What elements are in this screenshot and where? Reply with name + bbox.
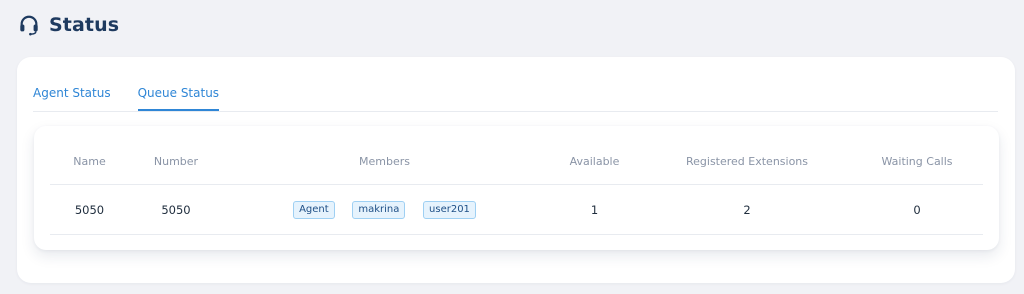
column-header-number: Number — [129, 138, 223, 185]
member-tag: Agent — [293, 200, 335, 219]
column-header-name: Name — [50, 138, 129, 185]
tab-agent-status[interactable]: Agent Status — [33, 85, 111, 111]
queue-name-cell: 5050 — [50, 184, 129, 235]
page-title: Status — [49, 14, 120, 36]
queue-table: Name Number Members Available Registered… — [50, 138, 983, 235]
status-tabs: Agent Status Queue Status — [33, 57, 998, 112]
available-cell: 1 — [546, 184, 643, 235]
member-tag: user201 — [423, 200, 476, 219]
column-header-members: Members — [223, 138, 546, 185]
column-header-available: Available — [546, 138, 643, 185]
member-tag: makrina — [352, 200, 406, 219]
registered-extensions-cell: 2 — [643, 184, 851, 235]
status-card: Agent Status Queue Status Name Number Me… — [17, 57, 1015, 283]
table-row: 5050 5050 Agent makrina user201 1 2 0 — [50, 184, 983, 235]
queue-status-panel: Name Number Members Available Registered… — [34, 126, 999, 250]
table-header-row: Name Number Members Available Registered… — [50, 138, 983, 185]
headset-icon — [18, 14, 40, 36]
members-cell: Agent makrina user201 — [223, 184, 546, 235]
waiting-calls-cell: 0 — [851, 184, 983, 235]
queue-number-cell: 5050 — [129, 184, 223, 235]
tab-queue-status[interactable]: Queue Status — [137, 85, 220, 111]
page-header: Status — [18, 12, 119, 38]
column-header-waiting-calls: Waiting Calls — [851, 138, 983, 185]
column-header-registered-extensions: Registered Extensions — [643, 138, 851, 185]
